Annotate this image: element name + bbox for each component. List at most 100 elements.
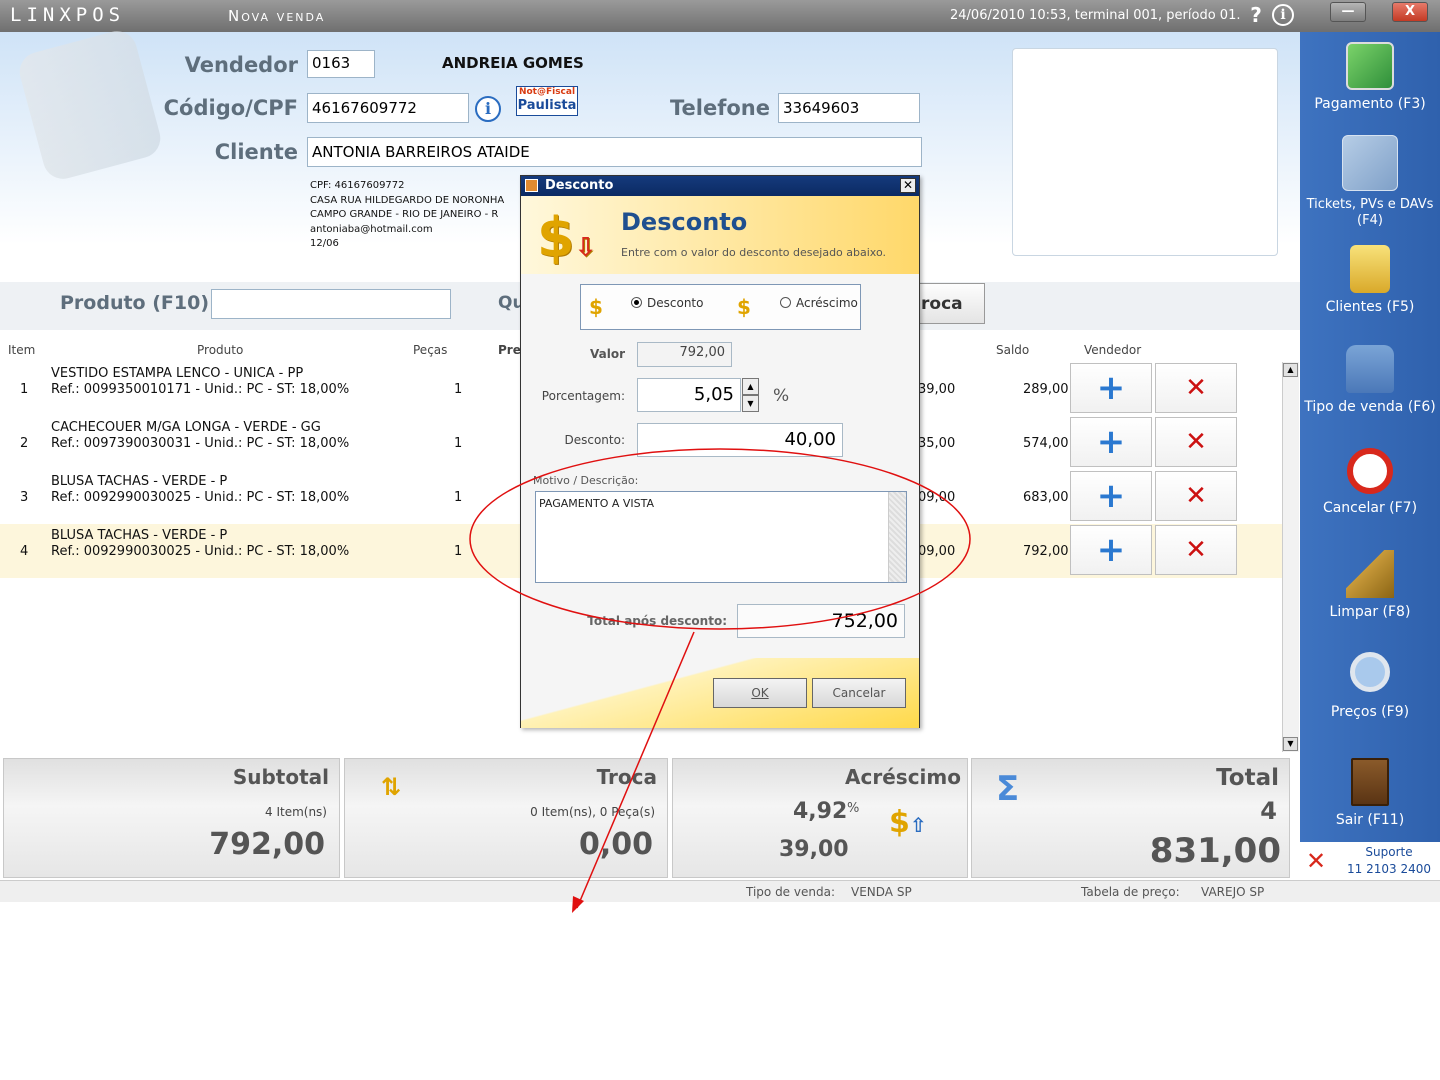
pos-window: LINXPOS Nova venda 24/06/2010 10:53, ter… <box>0 0 1440 905</box>
help-icon[interactable]: ? <box>1245 4 1267 26</box>
tipo-venda-value: VENDA SP <box>851 885 912 899</box>
row-product-name: CACHECOUER M/GA LONGA - VERDE - GG <box>51 420 321 435</box>
telefone-field[interactable]: 33649603 <box>778 93 920 123</box>
add-vendedor-button[interactable]: + <box>1070 525 1152 575</box>
motivo-label: Motivo / Descrição: <box>533 474 639 487</box>
table-scrollbar[interactable] <box>1282 362 1299 752</box>
spin-up-icon[interactable]: ▲ <box>742 378 759 395</box>
sidebar-item-precos[interactable]: Preços (F9) <box>1300 652 1440 720</box>
radio-desconto[interactable] <box>631 297 642 308</box>
info-icon[interactable]: i <box>1272 4 1294 26</box>
dollar-discount-icon: $⇩ <box>537 206 597 269</box>
customer-city: CAMPO GRANDE - RIO DE JANEIRO - R <box>310 209 499 220</box>
discount-dialog: Desconto ✕ $⇩ Desconto Entre com o valor… <box>520 175 920 728</box>
row-item-number: 2 <box>20 436 29 451</box>
acrescimo-value: 39,00 <box>779 837 849 862</box>
row-product-ref: Ref.: 0097390030031 - Unid.: PC - ST: 18… <box>51 436 350 451</box>
acrescimo-percent: 4,92 <box>793 799 848 824</box>
total-apos-label: Total após desconto: <box>587 614 727 628</box>
magnifier-icon <box>1350 652 1390 692</box>
cpf-label: Código/CPF <box>163 96 298 120</box>
scroll-down-arrow-icon[interactable]: ▼ <box>1283 737 1298 751</box>
sidebar-item-clientes[interactable]: Clientes (F5) <box>1300 245 1440 315</box>
percent-sign: % <box>773 386 790 406</box>
radio-desconto-label[interactable]: Desconto <box>647 296 703 310</box>
row-saldo: 289,00 <box>1023 382 1069 397</box>
row-total: 39,00 <box>918 382 956 397</box>
remove-item-button[interactable]: ✕ <box>1155 417 1237 467</box>
desconto-label: Desconto: <box>564 433 625 447</box>
clients-folder-icon <box>1350 245 1390 293</box>
surcharge-coins-icon: $ <box>737 295 751 319</box>
acrescimo-panel: Acréscimo 4,92 % 39,00 $⇧ <box>672 758 968 878</box>
remove-item-button[interactable]: ✕ <box>1155 471 1237 521</box>
scroll-up-arrow-icon[interactable]: ▲ <box>1283 363 1298 377</box>
tabela-preco-label: Tabela de preço: <box>1081 885 1180 899</box>
customer-cpf: CPF: 46167609772 <box>310 180 405 191</box>
customer-address: CASA RUA HILDEGARDO DE NORONHA <box>310 194 505 206</box>
cancel-button[interactable]: Cancelar <box>812 678 906 708</box>
door-exit-icon <box>1351 758 1389 806</box>
cpf-field[interactable]: 46167609772 <box>307 93 469 123</box>
remove-item-button[interactable]: ✕ <box>1155 363 1237 413</box>
close-button[interactable]: X <box>1392 2 1428 22</box>
troca-items: 0 Item(ns), 0 Peça(s) <box>530 805 655 819</box>
vendedor-label: Vendedor <box>184 53 298 77</box>
sidebar-item-cancelar[interactable]: Cancelar (F7) <box>1300 448 1440 516</box>
row-total: 09,00 <box>918 490 956 505</box>
row-pecas: 1 <box>454 382 463 397</box>
textarea-scrollbar[interactable] <box>888 492 906 582</box>
row-product-ref: Ref.: 0092990030025 - Unid.: PC - ST: 18… <box>51 544 350 559</box>
motivo-text: PAGAMENTO A VISTA <box>539 497 655 510</box>
col-pecas: Peças <box>413 343 448 357</box>
sidebar-item-sair[interactable]: Sair (F11) <box>1300 758 1440 828</box>
cliente-field[interactable]: ANTONIA BARREIROS ATAIDE <box>307 137 922 167</box>
info-icon[interactable]: i <box>475 96 501 122</box>
radio-acrescimo[interactable] <box>780 297 791 308</box>
troca-title: Troca <box>596 765 657 789</box>
valor-field: 792,00 <box>637 342 732 367</box>
add-vendedor-button[interactable]: + <box>1070 471 1152 521</box>
sidebar-item-tickets[interactable]: Tickets, PVs e DAVs (F4) <box>1300 135 1440 229</box>
tabela-preco-value: VAREJO SP <box>1201 885 1265 899</box>
sidebar-item-label: Clientes (F5) <box>1325 299 1415 315</box>
customer-details: CPF: 46167609772 CASA RUA HILDEGARDO DE … <box>310 179 504 252</box>
product-search-input[interactable] <box>211 289 451 319</box>
add-vendedor-button[interactable]: + <box>1070 417 1152 467</box>
cancel-icon <box>1347 448 1393 494</box>
support-phone: 11 2103 2400 <box>1347 862 1431 876</box>
col-saldo: Saldo <box>996 343 1030 357</box>
vendedor-code-field[interactable]: 0163 <box>307 50 375 78</box>
row-saldo: 574,00 <box>1023 436 1069 451</box>
customer-photo-box <box>1012 48 1278 256</box>
dialog-app-icon <box>525 179 538 192</box>
remove-item-button[interactable]: ✕ <box>1155 525 1237 575</box>
discount-coins-icon: $ <box>589 295 603 319</box>
radio-acrescimo-label[interactable]: Acréscimo <box>796 296 858 310</box>
product-label: Produto (F10) <box>60 292 210 314</box>
col-vendedor: Vendedor <box>1084 343 1142 357</box>
row-pecas: 1 <box>454 544 463 559</box>
row-pecas: 1 <box>454 490 463 505</box>
vendedor-name: ANDREIA GOMES <box>442 54 584 72</box>
sidebar-item-label: Preços (F9) <box>1330 704 1410 720</box>
sidebar-item-tipo-venda[interactable]: Tipo de venda (F6) <box>1300 345 1440 415</box>
row-saldo: 683,00 <box>1023 490 1069 505</box>
tipo-venda-label: Tipo de venda: <box>746 885 835 899</box>
spin-down-icon[interactable]: ▼ <box>742 395 759 412</box>
row-product-name: BLUSA TACHAS - VERDE - P <box>51 474 228 489</box>
minimize-button[interactable]: — <box>1330 2 1366 22</box>
porcentagem-field[interactable]: 5,05 <box>637 378 741 412</box>
window-title: Nova venda <box>228 7 326 25</box>
sigma-icon: Σ <box>996 769 1020 809</box>
motivo-textarea[interactable]: PAGAMENTO A VISTA <box>535 491 907 583</box>
dialog-close-button[interactable]: ✕ <box>900 178 916 193</box>
total-title: Total <box>1216 765 1279 791</box>
col-produto: Produto <box>197 343 244 357</box>
sidebar-item-limpar[interactable]: Limpar (F8) <box>1300 550 1440 620</box>
ok-button[interactable]: OK <box>713 678 807 708</box>
dialog-title-bar[interactable]: Desconto ✕ <box>521 176 919 196</box>
add-vendedor-button[interactable]: + <box>1070 363 1152 413</box>
sidebar-item-pagamento[interactable]: Pagamento (F3) <box>1300 42 1440 112</box>
desconto-field[interactable]: 40,00 <box>637 423 843 457</box>
